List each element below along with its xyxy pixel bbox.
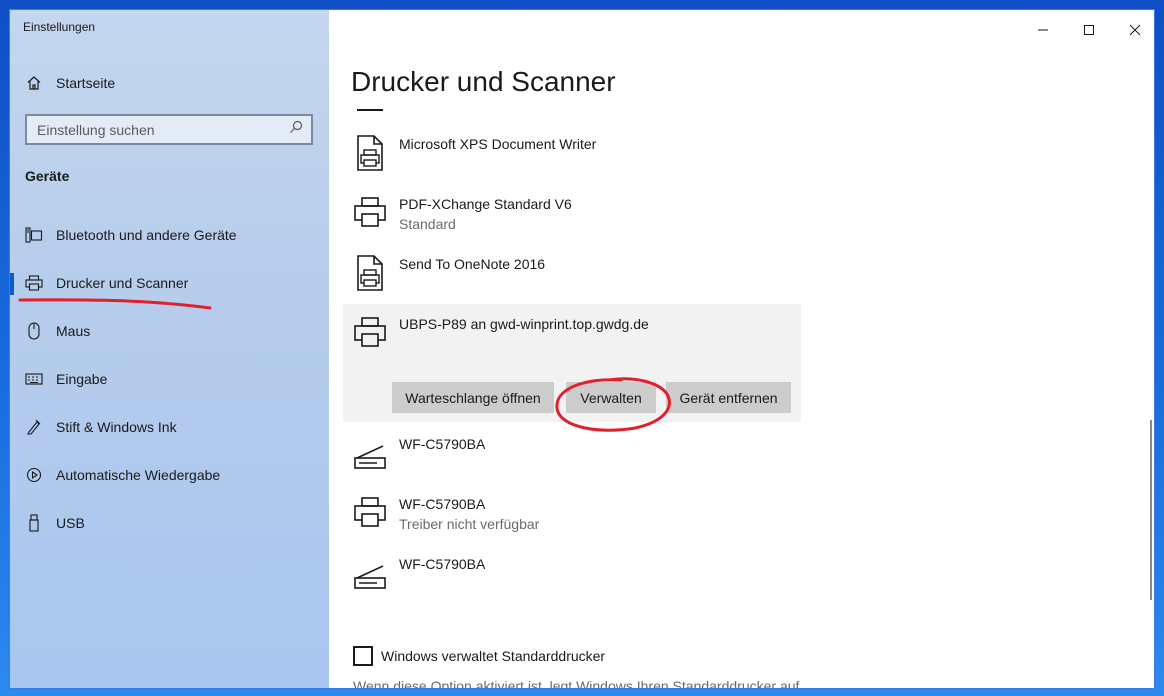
section-title: Geräte xyxy=(25,168,70,184)
bluetooth-devices-icon xyxy=(10,227,56,243)
sidebar-item-usb[interactable]: USB xyxy=(10,503,329,543)
printer-name: WF-C5790BA xyxy=(399,496,486,512)
printer-icon xyxy=(354,317,386,347)
document-printer-icon xyxy=(357,255,383,291)
printer-list-item[interactable]: WF-C5790BA xyxy=(343,424,801,484)
search-input[interactable]: Einstellung suchen xyxy=(25,114,313,145)
close-icon xyxy=(1129,24,1141,36)
nav-home-label: Startseite xyxy=(56,75,116,91)
sidebar-item-label: Eingabe xyxy=(56,371,108,387)
sidebar-item-pen[interactable]: Stift & Windows Ink xyxy=(10,407,329,447)
checkbox-label: Windows verwaltet Standarddrucker xyxy=(381,648,606,664)
settings-window: Einstellungen Startseite Einstellung suc… xyxy=(10,10,1154,688)
open-queue-button[interactable]: Warteschlange öffnen xyxy=(392,382,554,413)
usb-icon xyxy=(10,514,56,532)
printer-name: WF-C5790BA xyxy=(399,436,486,452)
manage-button[interactable]: Verwalten xyxy=(566,382,656,413)
partial-list-item xyxy=(357,108,383,111)
autoplay-icon xyxy=(10,467,56,483)
mouse-icon xyxy=(10,322,56,340)
page-title: Drucker und Scanner xyxy=(351,66,616,97)
sidebar-item-label: Drucker und Scanner xyxy=(56,275,189,291)
printer-list-item-selected[interactable]: UBPS-P89 an gwd-winprint.top.gwdg.de War… xyxy=(343,304,801,422)
printer-list-item[interactable]: PDF-XChange Standard V6 Standard xyxy=(343,184,801,244)
printer-name: WF-C5790BA xyxy=(399,556,486,572)
default-printer-checkbox-row[interactable]: Windows verwaltet Standarddrucker xyxy=(353,646,605,666)
home-icon xyxy=(10,75,56,91)
printer-icon xyxy=(10,275,56,291)
search-icon[interactable] xyxy=(289,120,303,139)
keyboard-icon xyxy=(10,373,56,385)
scanner-icon xyxy=(354,445,386,469)
sidebar-item-autoplay[interactable]: Automatische Wiedergabe xyxy=(10,455,329,495)
printer-name: Microsoft XPS Document Writer xyxy=(399,136,597,152)
pen-icon xyxy=(10,419,56,435)
sidebar-item-mouse[interactable]: Maus xyxy=(10,311,329,351)
sidebar-item-label: Automatische Wiedergabe xyxy=(56,467,221,483)
maximize-icon xyxy=(1084,25,1094,35)
printer-list-item[interactable]: WF-C5790BA Treiber nicht verfügbar xyxy=(343,484,801,544)
sidebar-item-label: Stift & Windows Ink xyxy=(56,419,177,435)
printer-list-item[interactable]: Send To OneNote 2016 xyxy=(343,244,801,304)
active-indicator xyxy=(10,273,14,295)
printer-icon xyxy=(354,497,386,527)
printer-name: UBPS-P89 an gwd-winprint.top.gwdg.de xyxy=(399,316,649,332)
minimize-icon xyxy=(1038,29,1048,31)
close-button[interactable] xyxy=(1113,16,1154,44)
sidebar-item-label: USB xyxy=(56,515,85,531)
search-placeholder: Einstellung suchen xyxy=(37,121,155,138)
default-printer-checkbox[interactable] xyxy=(353,646,373,666)
printer-status: Standard xyxy=(399,216,456,232)
window-title: Einstellungen xyxy=(23,20,96,34)
sidebar-item-label: Bluetooth und andere Geräte xyxy=(56,227,237,243)
document-printer-icon xyxy=(357,135,383,171)
remove-device-button[interactable]: Gerät entfernen xyxy=(666,382,791,413)
minimize-button[interactable] xyxy=(1021,16,1065,44)
printer-icon xyxy=(354,197,386,227)
nav-home[interactable]: Startseite xyxy=(10,68,329,98)
scrollbar[interactable] xyxy=(1150,420,1152,600)
sidebar-item-bluetooth[interactable]: Bluetooth und andere Geräte xyxy=(10,215,329,255)
sidebar: Einstellungen Startseite Einstellung suc… xyxy=(10,10,329,688)
printer-status: Treiber nicht verfügbar xyxy=(399,516,540,532)
printer-list-item[interactable]: WF-C5790BA xyxy=(343,544,801,604)
checkbox-description: Wenn diese Option aktiviert ist, legt Wi… xyxy=(353,678,800,688)
sidebar-item-label: Maus xyxy=(56,323,91,339)
main-content: Drucker und Scanner Microsoft XPS Docume… xyxy=(329,10,1154,688)
printer-list-item[interactable]: Microsoft XPS Document Writer xyxy=(343,124,801,184)
maximize-button[interactable] xyxy=(1067,16,1111,44)
sidebar-item-input[interactable]: Eingabe xyxy=(10,359,329,399)
scanner-icon xyxy=(354,565,386,589)
printer-name: Send To OneNote 2016 xyxy=(399,256,546,272)
printer-name: PDF-XChange Standard V6 xyxy=(399,196,572,212)
